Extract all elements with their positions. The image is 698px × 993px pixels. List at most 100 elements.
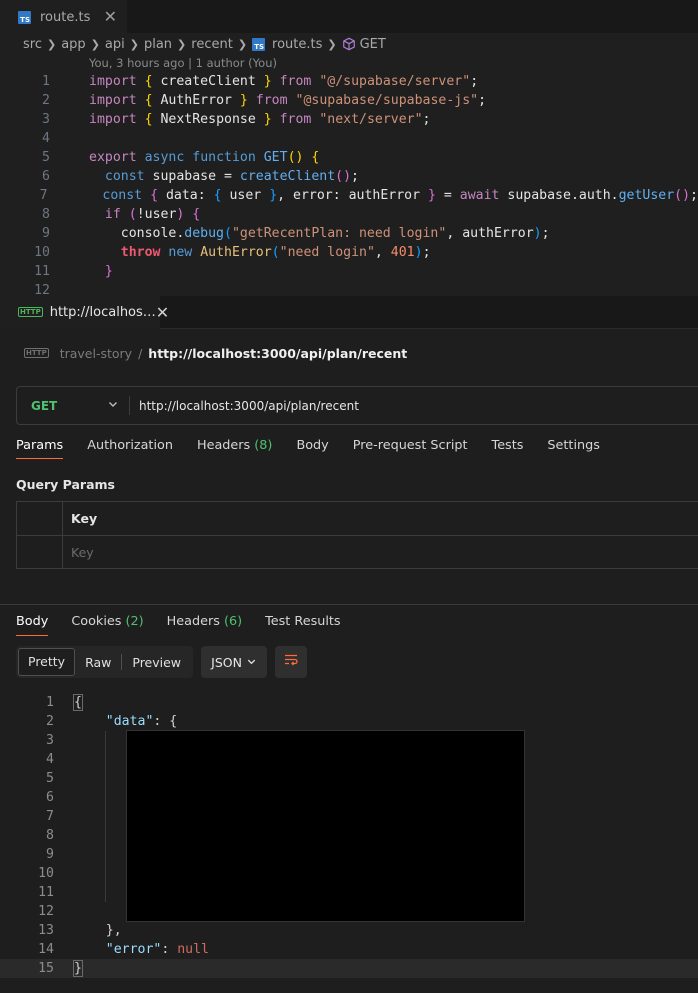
code-line: 9 console.debug("getRecentPlan: need log… [0,224,698,243]
json-line: 15} [0,959,698,978]
request-tab-label: http://localhos… [49,304,156,320]
breadcrumb-item[interactable]: app [61,37,85,52]
close-icon[interactable]: ✕ [156,303,169,322]
tab-response-headers[interactable]: Headers (6) [167,614,242,636]
redacted-content-block [126,730,525,922]
chevron-right-icon: ❯ [327,37,337,51]
code-line: 2 import { AuthError } from "@supabase/su… [0,91,698,110]
close-icon[interactable]: ✕ [104,9,117,25]
method-select[interactable]: GET [17,398,129,413]
request-tabs: Params Authorization Headers (8) Body Pr… [16,438,624,459]
tab-settings[interactable]: Settings [547,438,600,459]
tab-headers-label: Headers [196,438,251,453]
line-number: 3 [46,733,54,748]
tab-cookies[interactable]: Cookies (2) [71,614,143,636]
line-number: 11 [38,885,54,900]
breadcrumb-item[interactable]: plan [144,37,172,52]
tab-prerequest-script[interactable]: Pre-request Script [353,438,468,459]
tab-tests[interactable]: Tests [492,438,524,459]
code-lines[interactable]: 1 import { createClient } from "@/supabas… [0,72,698,296]
code-line: 4 [0,129,698,148]
request-tab[interactable]: HTTP http://localhos… ✕ [0,296,169,329]
code-line: 6 const supabase = createClient(); [0,167,698,186]
http-icon: HTTP [24,348,49,358]
view-preview-button[interactable]: Preview [122,655,191,670]
line-number: 10 [38,866,54,881]
url-input[interactable]: http://localhost:3000/api/plan/recent [130,399,359,413]
wrap-lines-button[interactable] [275,646,308,678]
code-editor: TS route.ts ✕ src ❯ app ❯ api ❯ plan ❯ r… [0,0,698,296]
json-line: 2 "data": { [0,712,698,731]
http-client-pane: HTTP http://localhos… ✕ HTTP travel-stor… [0,296,698,993]
param-key-input[interactable]: Key [63,536,94,568]
method-cube-icon [342,37,356,51]
chevron-right-icon: ❯ [237,37,248,51]
code-line: 11 } [0,262,698,281]
tab-headers[interactable]: Headers (8) [197,438,272,459]
git-blame-annotation[interactable]: You, 3 hours ago | 1 author (You) [0,55,698,72]
breadcrumb-item[interactable]: recent [191,37,233,52]
breadcrumb-item[interactable]: src [23,37,42,52]
tab-body[interactable]: Body [296,438,328,459]
code-line: 12 [0,281,698,296]
line-number: 1 [42,74,50,89]
method-label: GET [31,398,58,413]
url-bar: GET http://localhost:3000/api/plan/recen… [16,386,698,425]
tab-cookies-label: Cookies [71,614,122,629]
line-number: 5 [46,771,54,786]
wrap-lines-icon [283,652,299,672]
checkbox-column [17,502,63,535]
tab-response-body[interactable]: Body [16,614,49,636]
response-body-viewer[interactable]: 1{ 2 "data": { 3 4 5 6 7 8 9 10 11 12 13… [0,693,698,978]
line-number: 10 [34,245,50,260]
editor-tab-bar: TS route.ts ✕ [0,0,698,33]
format-label: JSON [211,654,242,670]
tab-params[interactable]: Params [16,438,64,459]
response-tabs: Body Cookies (2) Headers (6) Test Result… [16,614,364,636]
view-raw-button[interactable]: Raw [75,655,121,670]
line-number: 4 [46,752,54,767]
view-pretty-button[interactable]: Pretty [18,648,76,676]
breadcrumb-item[interactable]: api [105,37,125,52]
code-line: 10 throw new AuthError("need login", 401… [0,243,698,262]
line-number: 12 [38,904,54,919]
response-divider[interactable] [0,604,698,605]
http-icon: HTTP [18,307,43,317]
typescript-file-icon: TS [252,37,266,51]
chevron-right-icon: ❯ [90,37,100,51]
chevron-right-icon: ❯ [177,37,187,51]
line-number: 7 [46,809,54,824]
chevron-right-icon: ❯ [46,37,57,51]
breadcrumb-separator: / [138,345,143,361]
view-mode-toggle: Pretty Raw Preview [16,646,194,678]
line-number: 15 [38,961,54,976]
line-number: 8 [42,207,50,222]
tab-authorization[interactable]: Authorization [87,438,173,459]
json-line: 14 "error": null [0,940,698,959]
tab-test-results[interactable]: Test Results [265,614,340,636]
breadcrumb-item[interactable]: route.ts [272,37,322,52]
column-header-key: Key [71,511,98,526]
line-number: 2 [46,714,54,729]
line-number: 12 [34,283,50,296]
breadcrumb-item[interactable]: GET [360,37,386,52]
code-line: 1 import { createClient } from "@/supabas… [0,72,698,91]
query-params-title: Query Params [16,477,115,492]
line-number: 2 [42,93,50,108]
chevron-down-icon [246,655,257,670]
row-checkbox[interactable] [17,536,63,568]
line-number: 14 [38,942,54,957]
query-params-table: Key Key [16,501,698,569]
json-line: 1{ [0,693,698,712]
line-number: 9 [46,847,54,862]
code-line: 7 const { data: { user }, error: authErr… [0,186,698,205]
editor-tab-route-ts[interactable]: TS route.ts ✕ [0,0,127,33]
typescript-file-icon: TS [18,10,31,24]
request-name[interactable]: http://localhost:3000/api/plan/recent [148,346,407,361]
tab-response-headers-label: Headers [166,614,220,629]
collection-name[interactable]: travel-story [60,346,132,361]
line-number: 8 [46,828,54,843]
format-select[interactable]: JSON [201,646,268,678]
breadcrumb: src ❯ app ❯ api ❯ plan ❯ recent ❯ TS rou… [0,33,698,55]
request-breadcrumb: HTTP travel-story / http://localhost:300… [0,329,698,377]
